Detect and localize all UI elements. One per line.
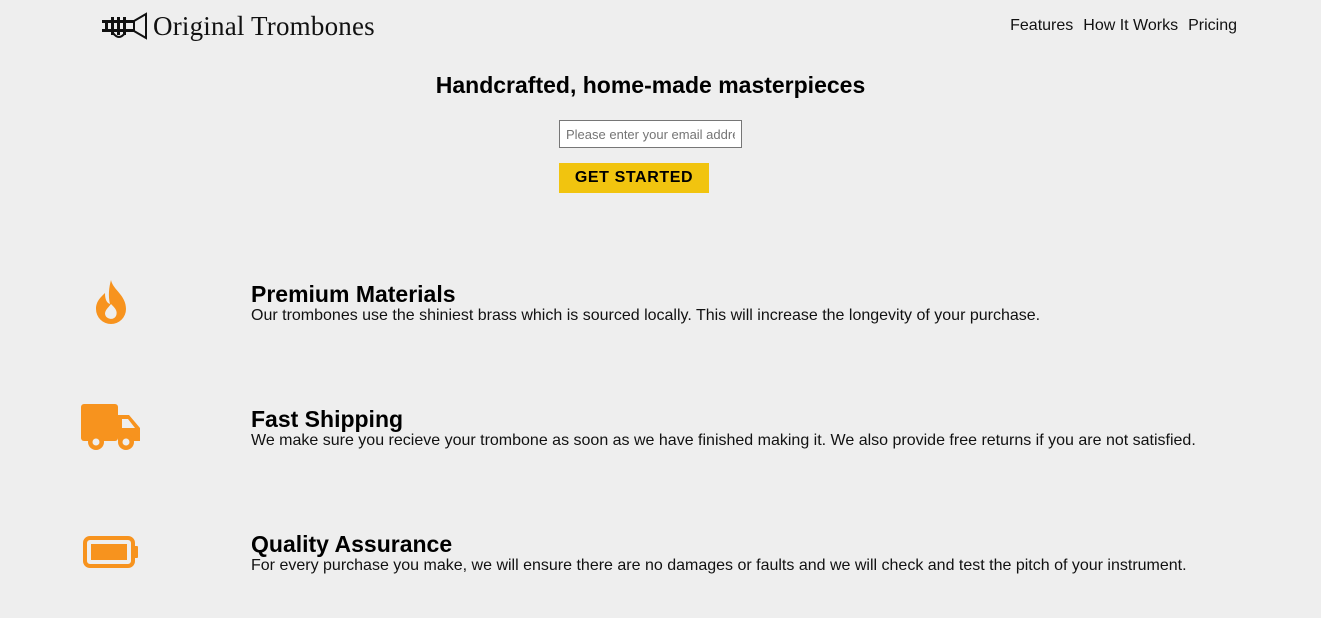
feature-description: We make sure you recieve your trombone a… <box>251 432 1196 449</box>
nav-link-features[interactable]: Features <box>1010 16 1073 36</box>
feature-title: Premium Materials <box>251 281 456 307</box>
brand-logo[interactable]: Original Trombones <box>101 9 375 43</box>
feature-premium-materials: Premium Materials Our trombones use the … <box>0 278 1321 338</box>
email-input[interactable] <box>559 120 742 148</box>
nav-link-how-it-works[interactable]: How It Works <box>1083 16 1178 36</box>
site-header: Original Trombones Features How It Works… <box>0 0 1321 52</box>
landing-page: Original Trombones Features How It Works… <box>0 0 1321 618</box>
flame-icon <box>96 280 126 324</box>
feature-title: Fast Shipping <box>251 406 404 432</box>
feature-quality-assurance: Quality Assurance For every purchase you… <box>0 528 1321 588</box>
truck-icon <box>81 404 140 450</box>
battery-icon <box>83 536 138 568</box>
feature-description: For every purchase you make, we will ens… <box>251 557 1187 574</box>
get-started-button[interactable]: GET STARTED <box>559 163 709 193</box>
trombone-icon <box>102 12 147 40</box>
feature-title: Quality Assurance <box>251 531 453 557</box>
main-nav: Features How It Works Pricing <box>1000 16 1237 36</box>
brand-name: Original Trombones <box>153 11 375 41</box>
feature-fast-shipping: Fast Shipping We make sure you recieve y… <box>0 403 1321 463</box>
feature-description: Our trombones use the shiniest brass whi… <box>251 307 1041 324</box>
hero-title: Handcrafted, home-made masterpieces <box>435 72 866 98</box>
nav-link-pricing[interactable]: Pricing <box>1188 16 1237 36</box>
